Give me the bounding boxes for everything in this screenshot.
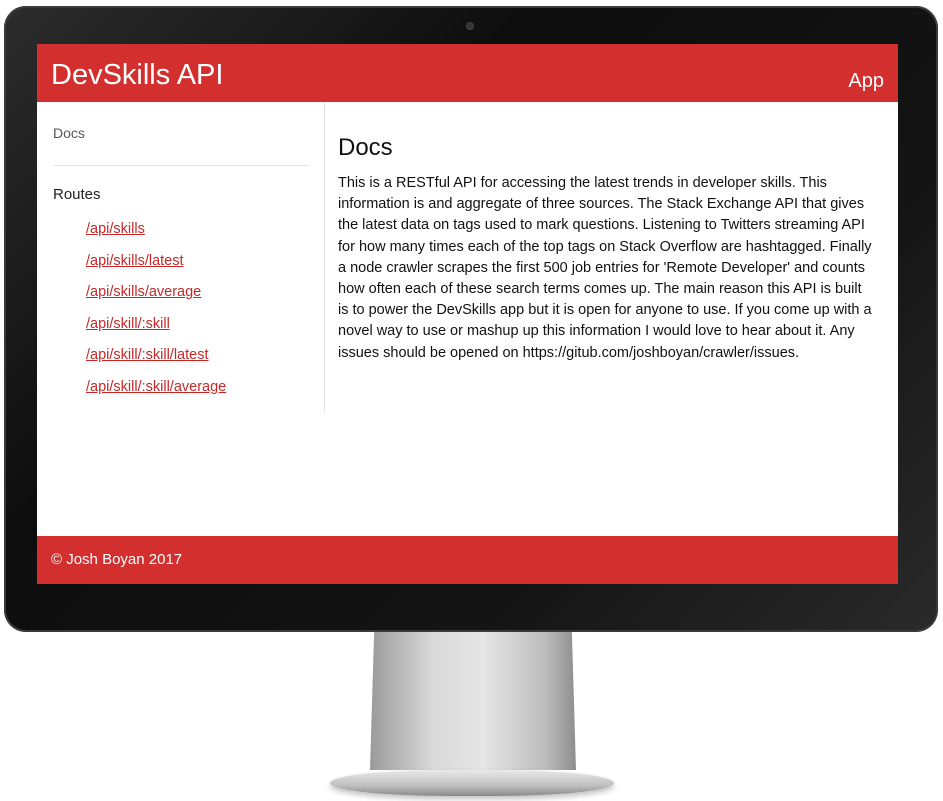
app-footer: © Josh Boyan 2017 — [37, 536, 898, 584]
route-item: /api/skill/:skill — [86, 313, 226, 345]
routes-heading: Routes — [53, 186, 101, 203]
route-item: /api/skill/:skill/latest — [86, 344, 226, 376]
docs-description: This is a RESTful API for accessing the … — [338, 175, 872, 361]
route-item: /api/skills/average — [86, 281, 226, 313]
sidebar-divider — [53, 165, 309, 166]
page-title: Docs — [338, 134, 393, 161]
route-link-skill-latest[interactable]: /api/skill/:skill/latest — [86, 347, 208, 363]
route-item: /api/skill/:skill/average — [86, 376, 226, 408]
route-link-skill-average[interactable]: /api/skill/:skill/average — [86, 379, 226, 395]
sidebar: Docs Routes /api/skills /api/skills/late… — [37, 102, 325, 412]
route-item: /api/skills/latest — [86, 250, 226, 282]
route-link-skills-average[interactable]: /api/skills/average — [86, 284, 201, 300]
brand-link[interactable]: DevSkills API — [51, 59, 223, 91]
routes-list: /api/skills /api/skills/latest /api/skil… — [86, 218, 226, 408]
sidebar-docs-link[interactable]: Docs — [53, 125, 85, 141]
monitor-stand-base — [330, 770, 614, 796]
footer-copyright: © Josh Boyan 2017 — [51, 551, 183, 568]
route-link-skills[interactable]: /api/skills — [86, 221, 145, 237]
route-link-skills-latest[interactable]: /api/skills/latest — [86, 253, 184, 269]
route-item: /api/skills — [86, 218, 226, 250]
monitor-frame: DevSkills API App Docs Routes /api/skill… — [0, 0, 943, 801]
nav-app-link[interactable]: App — [848, 69, 884, 93]
main-content: Docs This is a RESTful API for accessing… — [338, 133, 874, 364]
route-link-skill[interactable]: /api/skill/:skill — [86, 316, 170, 332]
monitor-stand-neck — [370, 632, 576, 770]
camera-icon — [467, 23, 473, 29]
screen: DevSkills API App Docs Routes /api/skill… — [37, 44, 898, 584]
app-header: DevSkills API App — [37, 44, 898, 102]
